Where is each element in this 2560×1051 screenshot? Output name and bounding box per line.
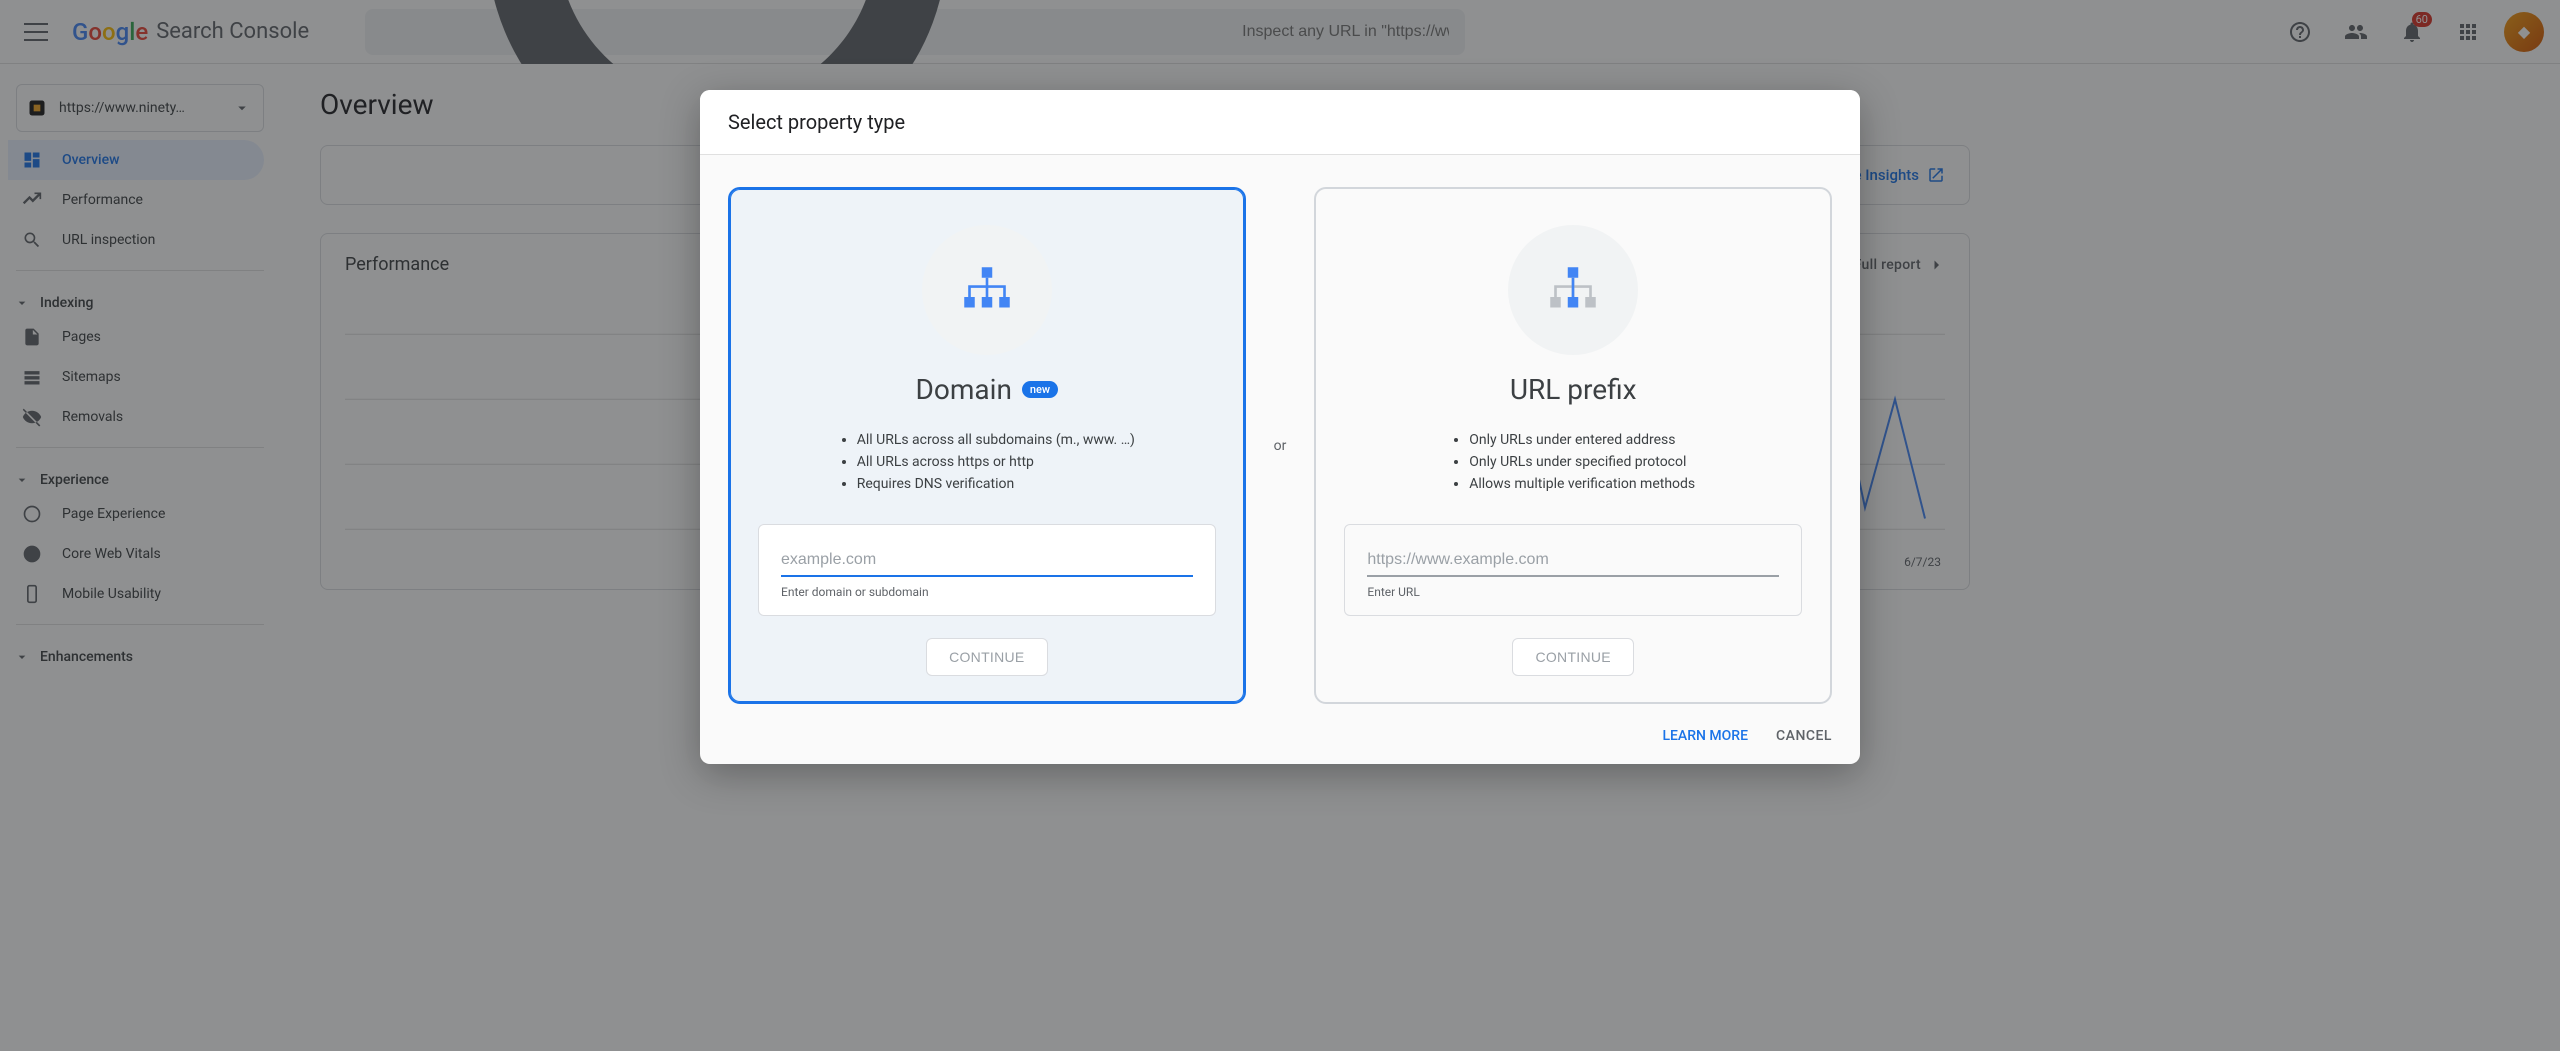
learn-more-button[interactable]: LEARN MORE <box>1662 728 1748 744</box>
main-content: Overview Search Console Insights Perform… <box>280 64 2560 1051</box>
domain-continue-button[interactable]: CONTINUE <box>926 638 1048 676</box>
url-prefix-input-frame: Enter URL <box>1344 524 1802 616</box>
cancel-button[interactable]: CANCEL <box>1776 728 1832 744</box>
property-type-modal: Select property type Domain new All URLs… <box>700 90 1860 764</box>
bullet: Only URLs under entered address <box>1469 432 1695 448</box>
bullet: Allows multiple verification methods <box>1469 476 1695 492</box>
separator-or: or <box>1274 187 1287 704</box>
url-prefix-helper: Enter URL <box>1367 585 1779 599</box>
bullet: Requires DNS verification <box>857 476 1135 492</box>
domain-bullets: All URLs across all subdomains (m., www.… <box>839 426 1135 498</box>
url-prefix-title: URL prefix <box>1510 373 1637 406</box>
url-prefix-bullets: Only URLs under entered address Only URL… <box>1451 426 1695 498</box>
domain-option-card[interactable]: Domain new All URLs across all subdomain… <box>728 187 1246 704</box>
domain-helper: Enter domain or subdomain <box>781 585 1193 599</box>
url-prefix-input[interactable] <box>1367 545 1779 577</box>
new-badge: new <box>1022 381 1058 398</box>
domain-icon <box>922 225 1052 355</box>
url-prefix-option-card[interactable]: URL prefix Only URLs under entered addre… <box>1314 187 1832 704</box>
domain-title: Domain <box>916 373 1012 406</box>
modal-overlay: Select property type Domain new All URLs… <box>0 0 2560 1051</box>
url-prefix-continue-button[interactable]: CONTINUE <box>1512 638 1634 676</box>
bullet: Only URLs under specified protocol <box>1469 454 1695 470</box>
domain-input[interactable] <box>781 545 1193 577</box>
domain-input-frame: Enter domain or subdomain <box>758 524 1216 616</box>
modal-title: Select property type <box>700 90 1860 155</box>
url-prefix-icon <box>1508 225 1638 355</box>
bullet: All URLs across all subdomains (m., www.… <box>857 432 1135 448</box>
bullet: All URLs across https or http <box>857 454 1135 470</box>
